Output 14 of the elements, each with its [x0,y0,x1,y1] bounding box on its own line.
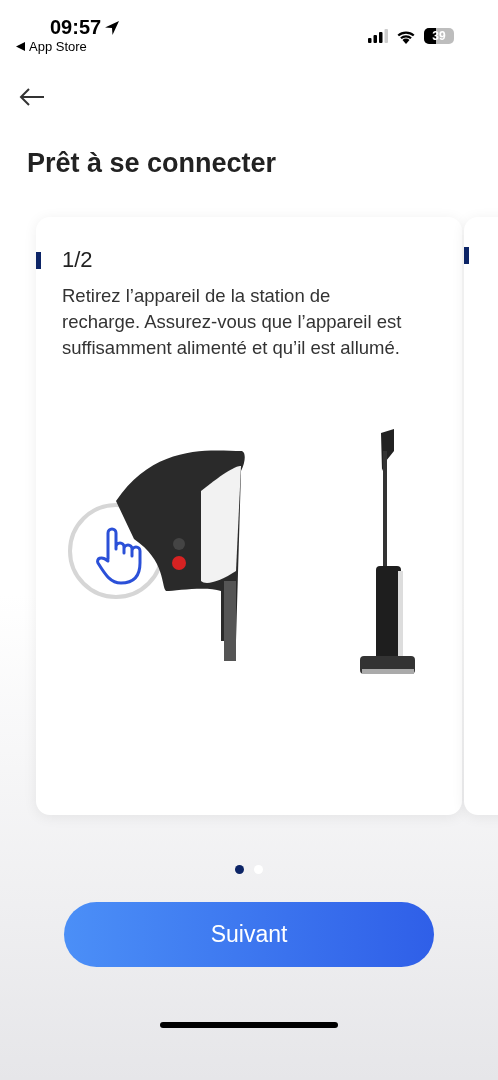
status-time: 09:57 [50,16,102,39]
next-button[interactable]: Suivant [64,902,434,967]
page-dot[interactable] [235,865,244,874]
step-instruction: Retirez l’appareil de la station de recharge. Assurez-vous que l’appareil est suffisamment alimenté et qu’il est allumé. [62,284,403,360]
step-number: 1/2 [62,247,93,273]
back-triangle-icon[interactable] [16,42,25,51]
back-to-app-link[interactable]: App Store [29,39,87,54]
signal-icon [368,29,388,43]
page-title: Prêt à se connecter [27,148,278,179]
step-marker [36,251,41,269]
wifi-icon [396,28,416,44]
step-card[interactable]: 1/2 Retirez l’appareil de la station de recharge. Assurez-vous que l’appareil est suffisamment alimenté et qu’il est allumé. [36,217,462,815]
step-marker [464,247,469,264]
location-arrow-icon [104,19,121,36]
